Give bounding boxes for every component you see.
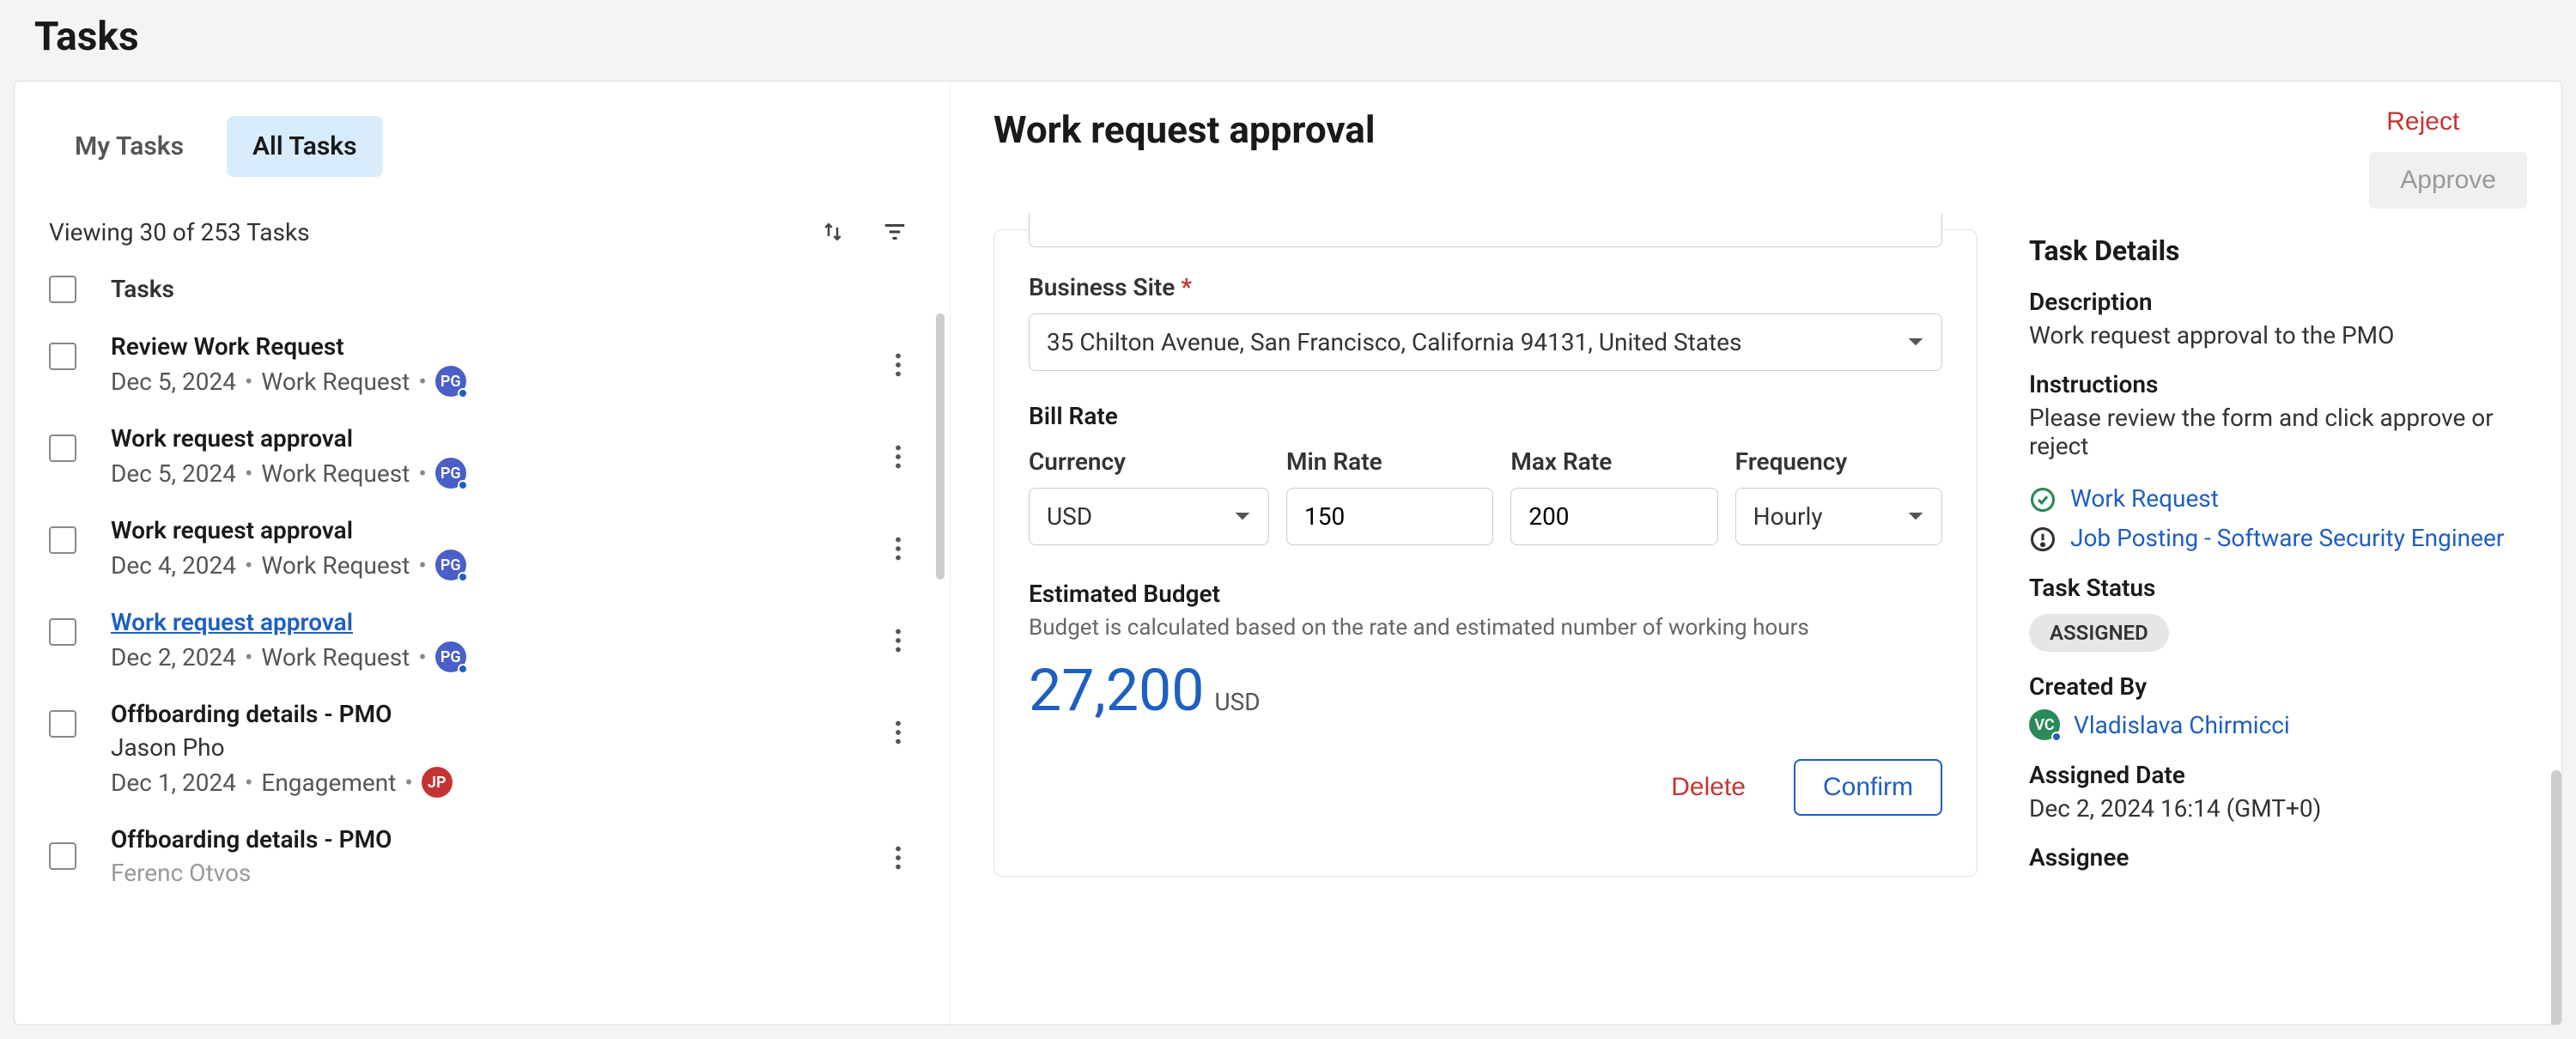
assigned-date-label: Assigned Date: [2029, 761, 2527, 789]
task-title: Offboarding details - PMO: [111, 825, 881, 854]
max-rate-input[interactable]: [1510, 488, 1717, 545]
frequency-label: Frequency: [1735, 447, 1942, 476]
filter-icon[interactable]: [874, 211, 915, 252]
budget-label: Estimated Budget: [1029, 580, 1942, 608]
confirm-button[interactable]: Confirm: [1794, 759, 1942, 816]
status-badge: ASSIGNED: [2029, 614, 2169, 652]
chevron-down-icon: [1234, 511, 1251, 523]
budget-currency: USD: [1214, 688, 1260, 716]
delete-button[interactable]: Delete: [1647, 759, 1770, 816]
work-request-link[interactable]: Work Request: [2070, 484, 2219, 513]
task-item-active[interactable]: Work request approval Dec 2, 2024 • Work…: [15, 594, 950, 686]
task-title: Review Work Request: [111, 332, 881, 361]
tab-all-tasks[interactable]: All Tasks: [227, 116, 383, 177]
page-title: Tasks: [0, 0, 2576, 81]
task-meta: Dec 5, 2024 • Work Request • PG: [111, 366, 881, 397]
select-all-checkbox[interactable]: [49, 276, 76, 303]
task-title: Work request approval: [111, 424, 881, 453]
business-site-label: Business Site *: [1029, 273, 1942, 301]
main-panel: My Tasks All Tasks Viewing 30 of 253 Tas…: [14, 81, 2562, 1025]
more-icon[interactable]: [881, 623, 915, 658]
task-meta: Dec 2, 2024 • Work Request • PG: [111, 641, 881, 672]
creator-avatar: VC: [2029, 709, 2060, 740]
task-item[interactable]: Work request approval Dec 4, 2024 • Work…: [15, 502, 950, 594]
task-checkbox[interactable]: [49, 842, 76, 870]
task-title[interactable]: Work request approval: [111, 608, 881, 636]
task-checkbox[interactable]: [49, 434, 76, 462]
form-card: Business Site * 35 Chilton Avenue, San F…: [993, 229, 1978, 877]
creator-name-link[interactable]: Vladislava Chirmicci: [2074, 711, 2290, 739]
business-site-select[interactable]: 35 Chilton Avenue, San Francisco, Califo…: [1029, 313, 1942, 371]
description-label: Description: [2029, 288, 2527, 316]
viewing-count: Viewing 30 of 253 Tasks: [49, 218, 310, 246]
instructions-label: Instructions: [2029, 370, 2527, 398]
budget-amount: 27,200 USD: [1029, 656, 1942, 725]
task-checkbox[interactable]: [49, 526, 76, 554]
side-scrollbar[interactable]: [2551, 770, 2561, 1025]
created-by-label: Created By: [2029, 672, 2527, 701]
task-details-panel: Task Details Description Work request ap…: [2029, 229, 2527, 877]
task-item[interactable]: Work request approval Dec 5, 2024 • Work…: [15, 410, 950, 502]
more-icon[interactable]: [881, 532, 915, 566]
avatar: JP: [422, 767, 453, 798]
alert-circle-icon: [2029, 526, 2057, 553]
task-item[interactable]: Offboarding details - PMO Jason Pho Dec …: [15, 686, 950, 811]
more-icon[interactable]: [881, 440, 915, 474]
detail-column: Work request approval Reject Approve Bus…: [951, 82, 2561, 1024]
chevron-down-icon: [1907, 337, 1924, 349]
detail-title: Work request approval: [993, 107, 2369, 152]
instructions-text: Please review the form and click approve…: [2029, 404, 2527, 460]
job-posting-link[interactable]: Job Posting - Software Security Engineer: [2070, 524, 2504, 552]
avatar: PG: [435, 458, 466, 489]
task-meta: Dec 1, 2024 • Engagement • JP: [111, 767, 881, 798]
more-icon[interactable]: [881, 841, 915, 875]
max-rate-label: Max Rate: [1510, 447, 1717, 476]
assigned-date-value: Dec 2, 2024 16:14 (GMT+0): [2029, 794, 2527, 823]
reject-button[interactable]: Reject: [2369, 107, 2476, 137]
budget-help: Budget is calculated based on the rate a…: [1029, 615, 1942, 641]
tabs-row: My Tasks All Tasks: [15, 82, 950, 197]
chevron-down-icon: [1907, 511, 1924, 523]
task-item[interactable]: Offboarding details - PMO Ferenc Otvos: [15, 811, 950, 906]
task-status-label: Task Status: [2029, 574, 2527, 602]
approve-button: Approve: [2369, 152, 2527, 209]
task-subtitle: Ferenc Otvos: [111, 859, 881, 887]
task-meta: Dec 4, 2024 • Work Request • PG: [111, 550, 881, 580]
task-title: Offboarding details - PMO: [111, 700, 881, 728]
list-scrollbar[interactable]: [936, 313, 945, 580]
min-rate-input[interactable]: [1286, 488, 1493, 545]
min-rate-label: Min Rate: [1286, 447, 1493, 476]
task-list-column: My Tasks All Tasks Viewing 30 of 253 Tas…: [15, 82, 951, 1024]
description-text: Work request approval to the PMO: [2029, 321, 2527, 349]
task-meta: Dec 5, 2024 • Work Request • PG: [111, 458, 881, 489]
task-checkbox[interactable]: [49, 343, 76, 370]
sort-icon[interactable]: [812, 211, 854, 252]
task-details-title: Task Details: [2029, 234, 2527, 267]
task-item[interactable]: Review Work Request Dec 5, 2024 • Work R…: [15, 319, 950, 410]
task-list-header: Tasks: [15, 259, 950, 319]
currency-label: Currency: [1029, 447, 1269, 476]
frequency-select[interactable]: Hourly: [1735, 488, 1942, 545]
task-title: Work request approval: [111, 516, 881, 544]
avatar: PG: [435, 366, 466, 397]
cost-center-field[interactable]: [1029, 213, 1942, 247]
task-list-scroll[interactable]: Tasks Review Work Request Dec 5, 2024 • …: [15, 259, 950, 1024]
task-subtitle: Jason Pho: [111, 733, 881, 762]
business-site-value: 35 Chilton Avenue, San Francisco, Califo…: [1047, 328, 1741, 356]
task-list-header-label: Tasks: [111, 275, 174, 303]
task-checkbox[interactable]: [49, 710, 76, 738]
tab-my-tasks[interactable]: My Tasks: [49, 116, 210, 177]
more-icon[interactable]: [881, 348, 915, 382]
task-checkbox[interactable]: [49, 618, 76, 646]
bill-rate-label: Bill Rate: [1029, 402, 1942, 430]
avatar: PG: [435, 641, 466, 672]
currency-select[interactable]: USD: [1029, 488, 1269, 545]
checkmark-circle-icon: [2029, 486, 2057, 513]
more-icon[interactable]: [881, 715, 915, 750]
assignee-label: Assignee: [2029, 843, 2527, 872]
avatar: PG: [435, 550, 466, 580]
list-meta-row: Viewing 30 of 253 Tasks: [15, 197, 950, 259]
